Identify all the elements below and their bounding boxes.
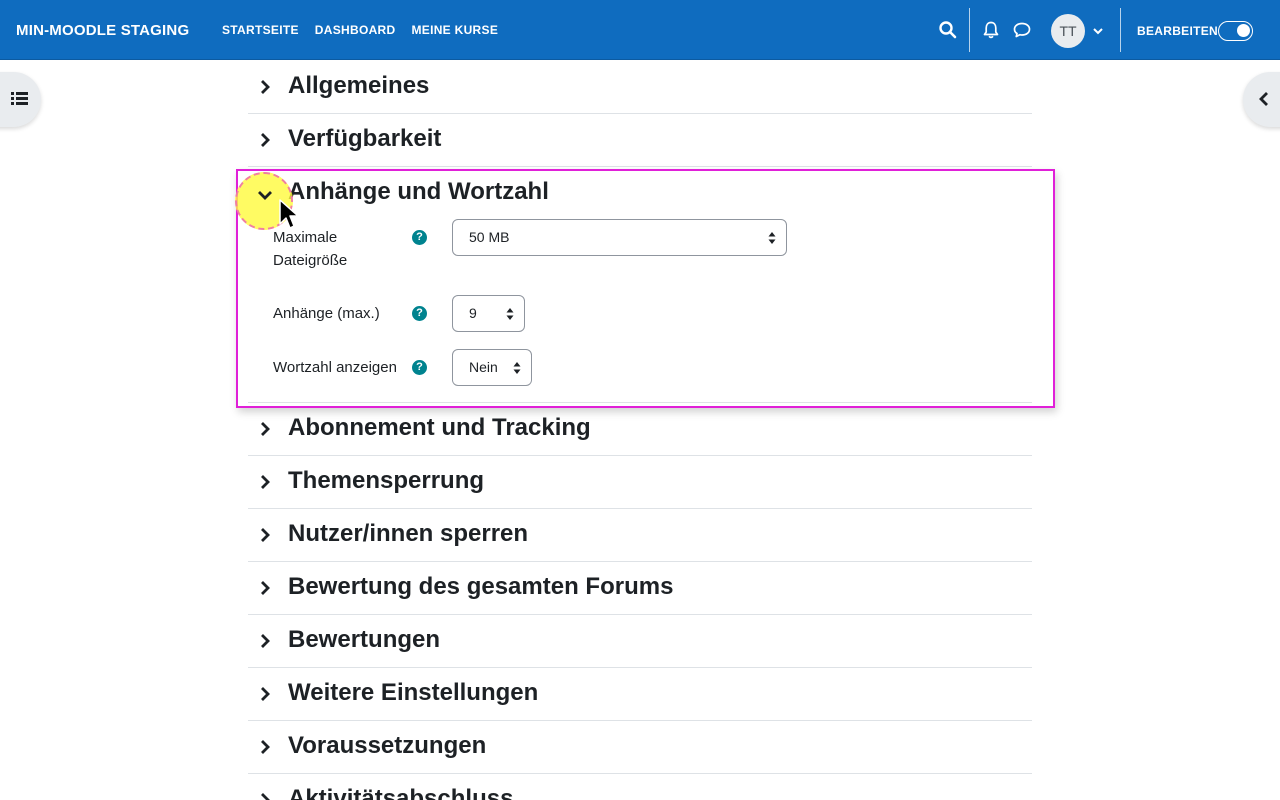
section-title[interactable]: Aktivitätsabschluss	[288, 785, 513, 800]
select-value: Nein	[469, 359, 498, 375]
label-line: Dateigröße	[273, 252, 348, 269]
section-availability: Verfügbarkeit	[248, 114, 1032, 167]
section-title[interactable]: Abonnement und Tracking	[288, 414, 591, 442]
section-ratings: Bewertungen	[248, 615, 1032, 668]
chevron-right-icon[interactable]	[257, 633, 273, 649]
nav-link-home[interactable]: STARTSEITE	[222, 23, 299, 37]
chevron-down-icon[interactable]	[257, 187, 273, 203]
chevron-right-icon[interactable]	[257, 132, 273, 148]
max-attachments-select[interactable]: 9	[452, 295, 525, 332]
notification-bell-icon[interactable]	[981, 20, 1001, 40]
chevron-down-icon[interactable]	[1092, 25, 1104, 37]
section-restrictions: Voraussetzungen	[248, 721, 1032, 774]
label-line: Maximale	[273, 229, 338, 246]
section-title[interactable]: Themensperrung	[288, 467, 484, 495]
chevron-right-icon[interactable]	[257, 739, 273, 755]
section-subscription: Abonnement und Tracking	[248, 403, 1032, 456]
navbar-divider	[1120, 8, 1121, 52]
select-value: 9	[469, 305, 477, 321]
course-index-drawer-button[interactable]	[0, 72, 41, 127]
section-title[interactable]: Allgemeines	[288, 72, 429, 100]
section-title[interactable]: Bewertung des gesamten Forums	[288, 573, 673, 601]
chevron-right-icon[interactable]	[257, 79, 273, 95]
select-arrows-icon	[513, 362, 521, 374]
help-icon[interactable]: ?	[412, 360, 427, 375]
help-icon[interactable]: ?	[412, 306, 427, 321]
section-general: Allgemeines	[248, 60, 1032, 114]
user-avatar[interactable]: TT	[1051, 14, 1085, 48]
chevron-right-icon[interactable]	[257, 580, 273, 596]
site-brand[interactable]: MIN-MOODLE STAGING	[16, 0, 189, 60]
chevron-left-icon	[1259, 92, 1268, 106]
chevron-right-icon[interactable]	[257, 686, 273, 702]
select-arrows-icon	[768, 232, 776, 244]
section-title[interactable]: Bewertungen	[288, 626, 440, 654]
select-value: 50 MB	[469, 229, 510, 245]
section-more-settings: Weitere Einstellungen	[248, 668, 1032, 721]
navbar-divider	[969, 8, 970, 52]
select-arrows-icon	[506, 308, 514, 320]
help-icon[interactable]: ?	[412, 230, 427, 245]
search-icon[interactable]	[938, 20, 958, 40]
chevron-right-icon[interactable]	[257, 474, 273, 490]
section-title[interactable]: Weitere Einstellungen	[288, 679, 538, 707]
word-count-select[interactable]: Nein	[452, 349, 532, 386]
nav-link-dashboard[interactable]: DASHBOARD	[315, 23, 396, 37]
max-size-label: Maximale Dateigröße	[273, 226, 347, 272]
chevron-right-icon[interactable]	[257, 792, 273, 800]
max-attachments-label: Anhänge (max.)	[273, 305, 380, 322]
edit-mode-toggle[interactable]	[1218, 21, 1253, 41]
primary-navigation: STARTSEITE DASHBOARD MEINE KURSE	[222, 0, 498, 60]
messages-icon[interactable]	[1012, 20, 1032, 40]
chevron-right-icon[interactable]	[257, 527, 273, 543]
chevron-right-icon[interactable]	[257, 421, 273, 437]
list-icon	[11, 92, 28, 105]
block-drawer-button[interactable]	[1243, 72, 1280, 127]
max-size-select[interactable]: 50 MB	[452, 219, 787, 256]
edit-mode-label: BEARBEITEN	[1137, 24, 1219, 38]
toggle-knob	[1237, 24, 1250, 37]
top-navbar: MIN-MOODLE STAGING STARTSEITE DASHBOARD …	[0, 0, 1280, 60]
section-title[interactable]: Voraussetzungen	[288, 732, 486, 760]
section-whole-forum-grade: Bewertung des gesamten Forums	[248, 562, 1032, 615]
section-user-block: Nutzer/innen sperren	[248, 509, 1032, 562]
section-thread-lock: Themensperrung	[248, 456, 1032, 509]
section-title[interactable]: Nutzer/innen sperren	[288, 520, 528, 548]
section-title[interactable]: Verfügbarkeit	[288, 125, 441, 153]
word-count-label: Wortzahl anzeigen	[273, 359, 397, 376]
nav-link-my-courses[interactable]: MEINE KURSE	[411, 23, 498, 37]
section-completion: Aktivitätsabschluss	[248, 774, 1032, 800]
